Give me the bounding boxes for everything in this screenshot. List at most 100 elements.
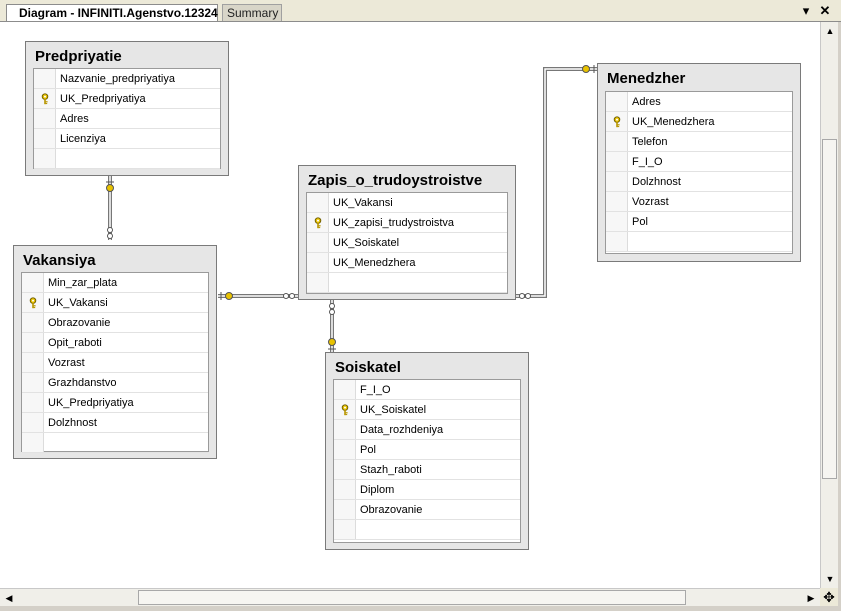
- row-selector[interactable]: [334, 480, 356, 499]
- tab-summary[interactable]: Summary: [222, 4, 282, 21]
- column-row[interactable]: Adres: [34, 109, 220, 129]
- row-selector[interactable]: [606, 172, 628, 191]
- table-title: Predpriyatie: [35, 48, 122, 65]
- column-name: Diplom: [360, 483, 395, 496]
- row-selector[interactable]: [22, 313, 44, 332]
- column-row[interactable]: F_I_O: [606, 152, 792, 172]
- column-row[interactable]: UK_zapisi_trudystroistva: [307, 213, 507, 233]
- scroll-left-icon[interactable]: ◀: [1, 590, 17, 606]
- table-predpriyatie[interactable]: Predpriyatie Nazvanie_predpriyatiya UK_Pr…: [25, 41, 229, 176]
- column-row[interactable]: UK_Soiskatel: [334, 400, 520, 420]
- row-selector[interactable]: [307, 213, 329, 232]
- row-selector[interactable]: [22, 433, 44, 452]
- navigate-diagram-icon[interactable]: ✥: [820, 588, 838, 606]
- column-row[interactable]: Pol: [334, 440, 520, 460]
- relationship-menedzher-zapis[interactable]: [516, 65, 598, 299]
- column-row[interactable]: Pol: [606, 212, 792, 232]
- row-selector[interactable]: [34, 149, 56, 168]
- column-row[interactable]: Nazvanie_predpriyatiya: [34, 69, 220, 89]
- row-selector[interactable]: [22, 393, 44, 412]
- row-selector[interactable]: [307, 233, 329, 252]
- table-zapis-o-trudoystroistve[interactable]: Zapis_o_trudoystroistve UK_Vakansi UK_zap…: [298, 165, 516, 300]
- horizontal-scrollbar[interactable]: ◀ ▶: [0, 588, 820, 607]
- scroll-down-icon[interactable]: ▼: [822, 571, 838, 587]
- column-row[interactable]: Stazh_raboti: [334, 460, 520, 480]
- row-selector[interactable]: [22, 353, 44, 372]
- row-selector[interactable]: [606, 212, 628, 231]
- column-row[interactable]: Licenziya: [34, 129, 220, 149]
- row-selector[interactable]: [334, 460, 356, 479]
- column-name: Telefon: [632, 135, 668, 148]
- row-selector[interactable]: [606, 112, 628, 131]
- row-selector[interactable]: [606, 132, 628, 151]
- column-row[interactable]: UK_Predpriyatiya: [22, 393, 208, 413]
- row-selector[interactable]: [22, 293, 44, 312]
- new-column-row[interactable]: [606, 232, 792, 252]
- vertical-scroll-thumb[interactable]: [822, 139, 837, 479]
- column-row[interactable]: F_I_O: [334, 380, 520, 400]
- row-selector[interactable]: [334, 500, 356, 519]
- tab-diagram[interactable]: Diagram - INFINITI.Agenstvo.12324: [6, 4, 218, 21]
- row-selector[interactable]: [34, 69, 56, 88]
- column-row[interactable]: Vozrast: [606, 192, 792, 212]
- table-title: Vakansiya: [23, 252, 96, 269]
- horizontal-scroll-thumb[interactable]: [138, 590, 686, 605]
- row-selector[interactable]: [307, 193, 329, 212]
- close-document-icon[interactable]: ✕: [817, 3, 833, 19]
- row-selector[interactable]: [334, 400, 356, 419]
- column-row[interactable]: Adres: [606, 92, 792, 112]
- column-row[interactable]: Obrazovanie: [22, 313, 208, 333]
- new-column-row[interactable]: [307, 273, 507, 293]
- column-row[interactable]: Opit_raboti: [22, 333, 208, 353]
- row-selector[interactable]: [22, 373, 44, 392]
- column-row[interactable]: Vozrast: [22, 353, 208, 373]
- row-selector[interactable]: [34, 89, 56, 108]
- column-row[interactable]: Min_zar_plata: [22, 273, 208, 293]
- new-column-row[interactable]: [22, 433, 208, 453]
- row-selector[interactable]: [606, 232, 628, 251]
- tab-list-dropdown-icon[interactable]: ▾: [798, 3, 814, 19]
- column-row[interactable]: UK_Vakansi: [307, 193, 507, 213]
- row-selector[interactable]: [334, 520, 356, 539]
- scroll-right-icon[interactable]: ▶: [803, 590, 819, 606]
- column-row[interactable]: Diplom: [334, 480, 520, 500]
- row-selector[interactable]: [334, 440, 356, 459]
- column-row[interactable]: Obrazovanie: [334, 500, 520, 520]
- row-selector[interactable]: [22, 333, 44, 352]
- row-selector[interactable]: [34, 109, 56, 128]
- table-menedzher[interactable]: Menedzher Adres UK_Menedzhera Telefon F_I_O…: [597, 63, 801, 262]
- row-selector[interactable]: [606, 192, 628, 211]
- column-name: UK_Predpriyatiya: [48, 396, 134, 409]
- column-row[interactable]: Dolzhnost: [22, 413, 208, 433]
- column-row[interactable]: UK_Vakansi: [22, 293, 208, 313]
- relationship-predpriyatie-vakansiya[interactable]: [106, 176, 114, 240]
- relationship-vakansiya-zapis[interactable]: [218, 292, 298, 300]
- new-column-row[interactable]: [334, 520, 520, 540]
- column-row[interactable]: UK_Menedzhera: [307, 253, 507, 273]
- new-column-row[interactable]: [34, 149, 220, 169]
- column-row[interactable]: Grazhdanstvo: [22, 373, 208, 393]
- row-selector[interactable]: [334, 420, 356, 439]
- row-selector[interactable]: [22, 413, 44, 432]
- row-selector[interactable]: [606, 152, 628, 171]
- row-selector[interactable]: [34, 129, 56, 148]
- relationship-soiskatel-zapis[interactable]: [328, 298, 336, 352]
- diagram-canvas[interactable]: Predpriyatie Nazvanie_predpriyatiya UK_Pr…: [0, 22, 820, 588]
- vertical-scrollbar[interactable]: ▲ ▼: [820, 22, 839, 588]
- column-row[interactable]: UK_Soiskatel: [307, 233, 507, 253]
- table-vakansiya[interactable]: Vakansiya Min_zar_plata UK_Vakansi Obrazov…: [13, 245, 217, 459]
- column-row[interactable]: Dolzhnost: [606, 172, 792, 192]
- row-selector[interactable]: [334, 380, 356, 399]
- row-selector[interactable]: [22, 273, 44, 292]
- column-row[interactable]: UK_Menedzhera: [606, 112, 792, 132]
- column-row[interactable]: Telefon: [606, 132, 792, 152]
- column-name: Opit_raboti: [48, 336, 102, 349]
- row-selector[interactable]: [307, 253, 329, 272]
- table-soiskatel[interactable]: Soiskatel F_I_O UK_Soiskatel Data_rozhdeni…: [325, 352, 529, 550]
- row-selector[interactable]: [307, 273, 329, 292]
- column-row[interactable]: UK_Predpriyatiya: [34, 89, 220, 109]
- scroll-up-icon[interactable]: ▲: [822, 23, 838, 39]
- window-border: [0, 606, 841, 611]
- row-selector[interactable]: [606, 92, 628, 111]
- column-row[interactable]: Data_rozhdeniya: [334, 420, 520, 440]
